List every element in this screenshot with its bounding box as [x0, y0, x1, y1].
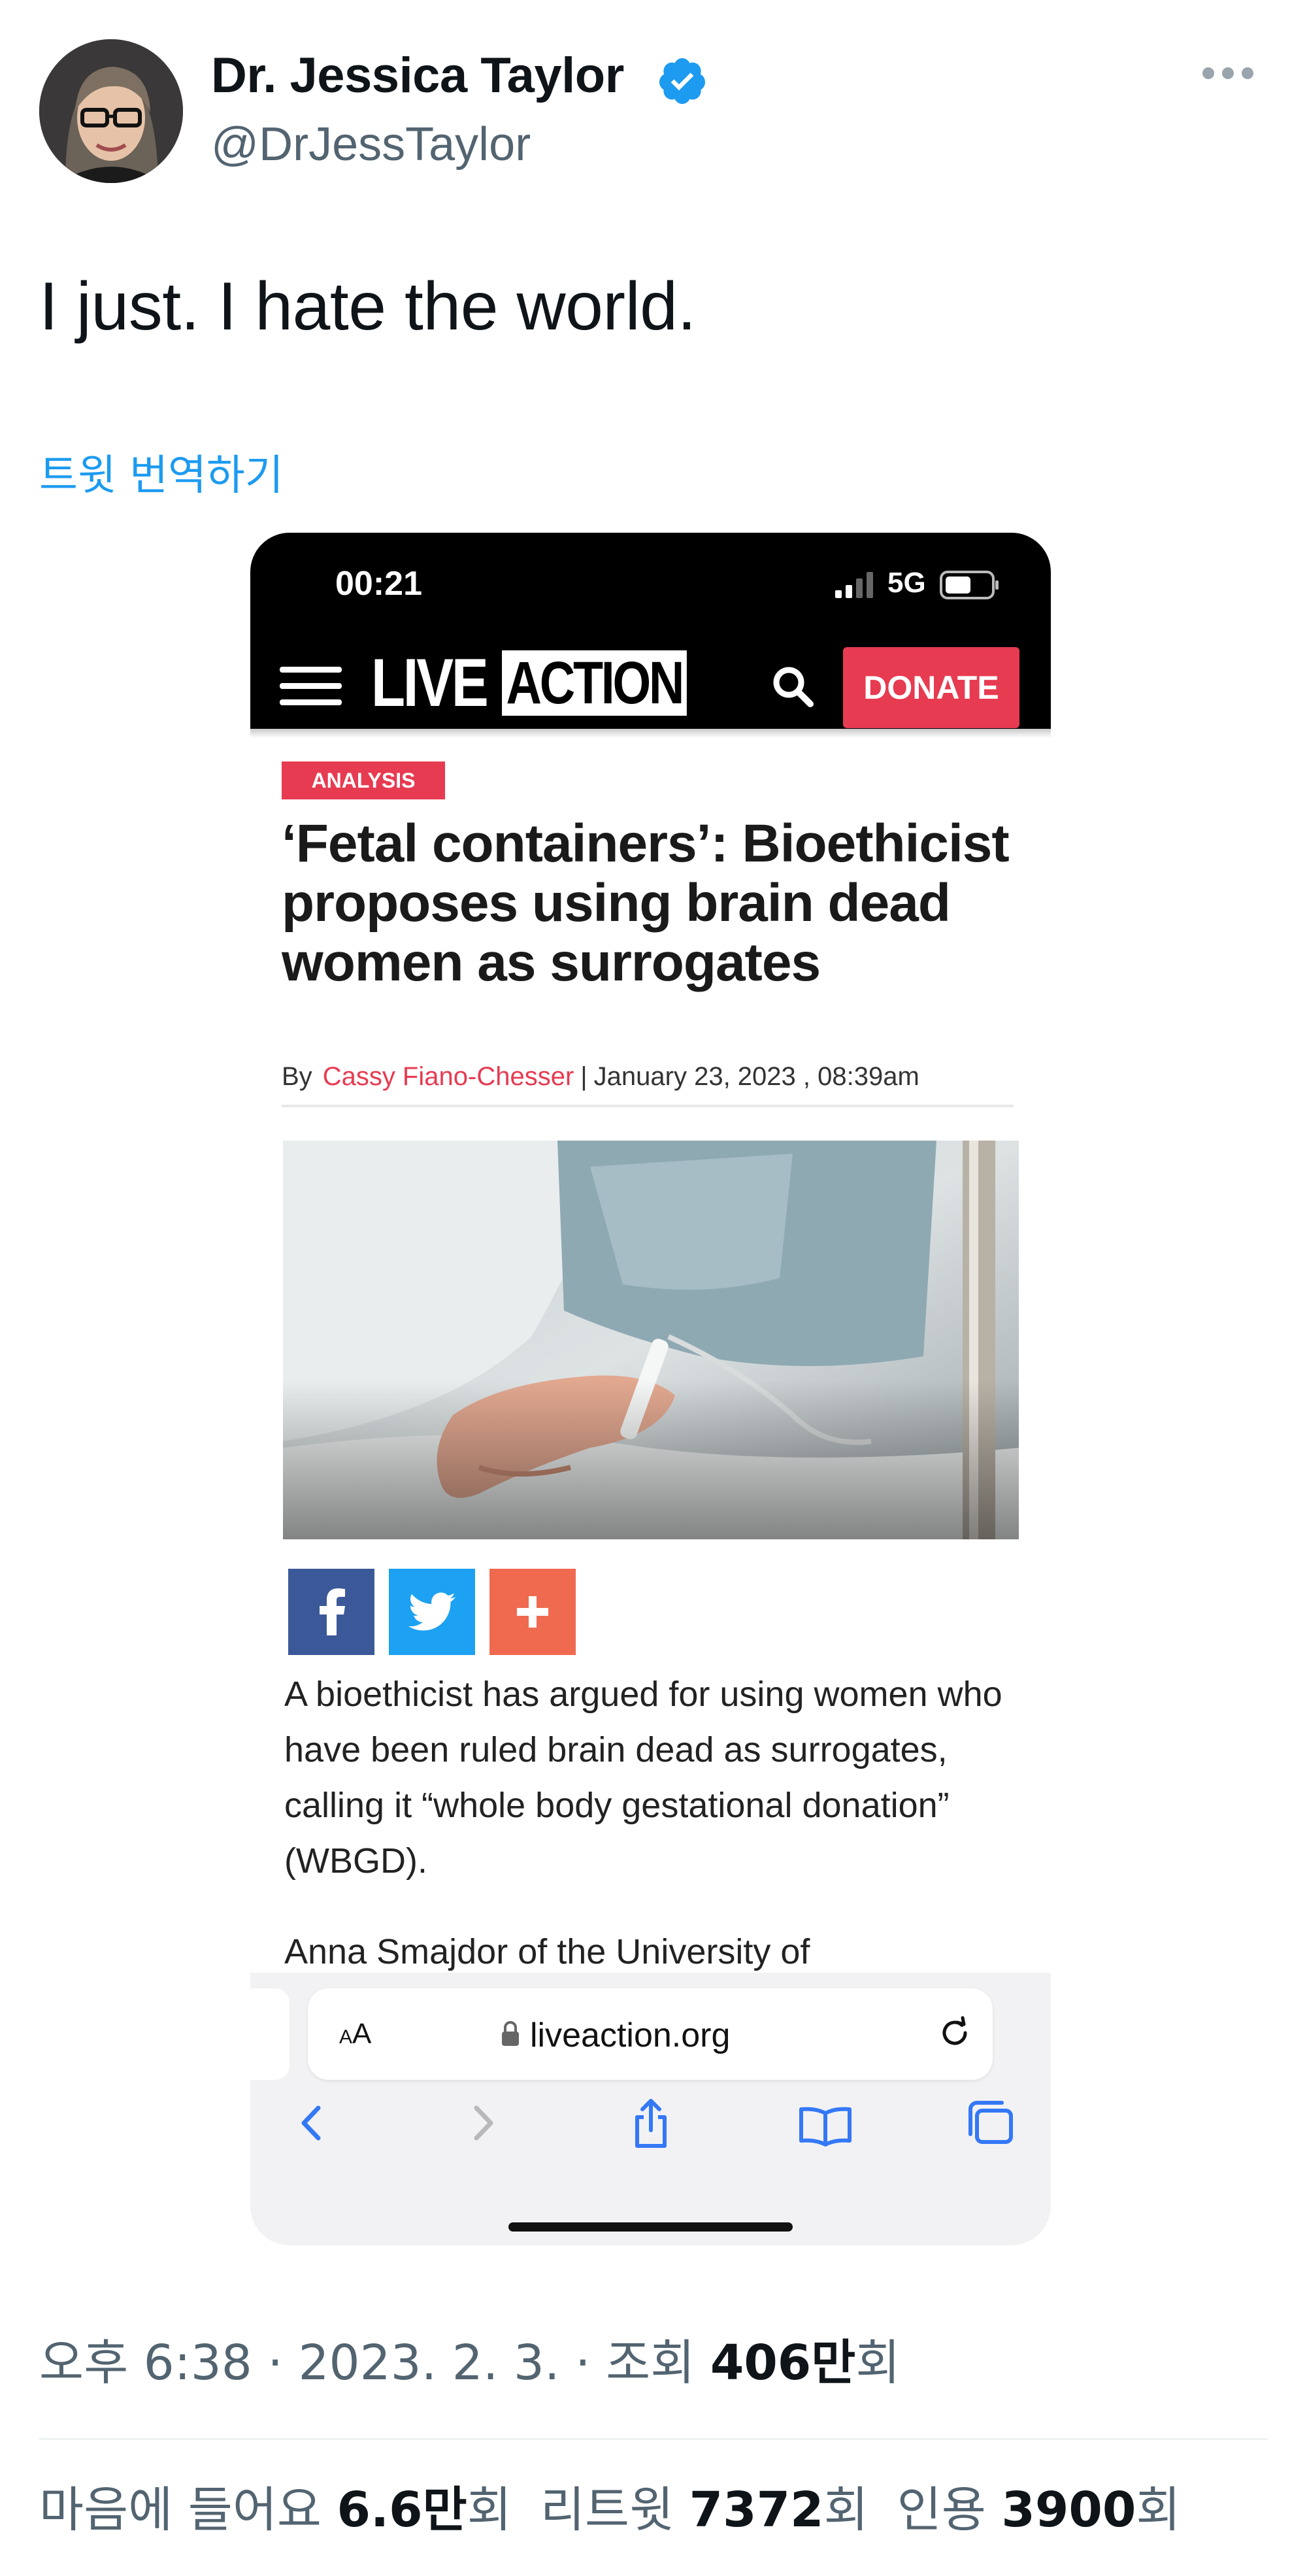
- more-icon[interactable]: [1202, 65, 1253, 81]
- search-icon[interactable]: [770, 663, 816, 709]
- navbar-shadow: [250, 729, 1051, 738]
- retweets-stat[interactable]: 리트윗 7372회: [540, 2482, 869, 2538]
- lock-icon: [501, 2020, 520, 2047]
- aa-small-glyph: A: [339, 2026, 353, 2048]
- back-icon[interactable]: [290, 2094, 335, 2152]
- byline-divider: [282, 1105, 1014, 1107]
- address-bar[interactable]: AA liveaction.org: [308, 1988, 993, 2080]
- article-paragraph: A bioethicist has argued for using women…: [284, 1675, 1002, 1881]
- signal-icon: [835, 571, 876, 598]
- views-suffix: 회: [855, 2335, 901, 2391]
- retweets-label: 리트윗: [540, 2482, 674, 2538]
- logo-live-text: LIVE: [371, 645, 489, 721]
- logo-action-text: ACTION: [502, 650, 687, 716]
- likes-stat[interactable]: 마음에 들어요 6.6만회: [39, 2482, 512, 2538]
- quotes-count: 3900: [1001, 2482, 1136, 2538]
- facebook-icon: [320, 1588, 345, 1635]
- previous-tab-peek[interactable]: [250, 1988, 290, 2080]
- reload-icon[interactable]: [935, 2013, 974, 2052]
- twitter-share-button[interactable]: [389, 1569, 475, 1655]
- stats-divider: [39, 2438, 1268, 2440]
- url-text[interactable]: liveaction.org: [530, 2016, 730, 2055]
- byline-separator: |: [580, 1062, 587, 1091]
- likes-label: 마음에 들어요: [39, 2482, 322, 2538]
- likes-suffix: 회: [467, 2482, 512, 2538]
- author-handle[interactable]: @DrJessTaylor: [211, 118, 531, 171]
- home-indicator: [508, 2222, 793, 2232]
- quotes-label: 인용: [897, 2482, 986, 2538]
- tweet-date[interactable]: 2023. 2. 3.: [298, 2335, 559, 2391]
- facebook-share-button[interactable]: [288, 1569, 374, 1655]
- byline-date: January 23, 2023 , 08:39am: [593, 1062, 919, 1091]
- tweet-stats: 마음에 들어요 6.6만회 리트윗 7372회 인용 3900회: [39, 2471, 1180, 2541]
- hamburger-menu-icon[interactable]: [280, 667, 342, 706]
- status-time: 00:21: [335, 565, 422, 603]
- article-paragraph-2: Anna Smajdor of the University of: [284, 1932, 810, 1971]
- plus-icon: [517, 1596, 548, 1628]
- quotes-suffix: 회: [1136, 2482, 1181, 2538]
- safari-toolbar: AA liveaction.org: [250, 1973, 1051, 2245]
- twitter-icon: [408, 1592, 455, 1631]
- article-headline[interactable]: ‘Fetal containers’: Bioethicist proposes…: [282, 814, 1014, 992]
- retweets-count: 7372: [689, 2482, 824, 2538]
- liveaction-logo[interactable]: LIVE ACTION: [371, 647, 727, 719]
- bookmarks-icon[interactable]: [796, 2094, 855, 2152]
- tweet-time[interactable]: 오후 6:38: [39, 2335, 252, 2391]
- views-label: 조회: [606, 2335, 695, 2391]
- tweet-text: I just. I hate the world.: [39, 269, 696, 344]
- battery-icon: [940, 571, 1000, 599]
- reader-settings-button[interactable]: AA: [339, 2018, 371, 2050]
- article-category-badge[interactable]: ANALYSIS: [282, 761, 445, 799]
- quotes-stat[interactable]: 인용 3900회: [897, 2482, 1181, 2538]
- article-photo: [283, 1141, 1019, 1539]
- aa-large-glyph: A: [352, 2018, 372, 2050]
- byline-author-link[interactable]: Cassy Fiano-Chesser: [323, 1062, 574, 1091]
- more-share-button[interactable]: [489, 1569, 576, 1655]
- tweet-metadata: 오후 6:38 · 2023. 2. 3. · 조회 406만회: [39, 2335, 901, 2391]
- byline-by-label: By: [282, 1062, 312, 1091]
- share-icon[interactable]: [628, 2094, 674, 2152]
- verified-badge-icon: [656, 55, 708, 107]
- author-avatar[interactable]: [39, 39, 183, 183]
- site-navbar: LIVE ACTION DONATE: [250, 634, 1051, 729]
- retweets-suffix: 회: [823, 2482, 869, 2538]
- author-display-name[interactable]: Dr. Jessica Taylor: [211, 47, 624, 104]
- translate-tweet-link[interactable]: 트윗 번역하기: [39, 442, 284, 502]
- phone-status-bar: 00:21 5G: [250, 533, 1051, 634]
- network-type: 5G: [887, 567, 926, 599]
- article-byline: By Cassy Fiano-Chesser | January 23, 2023 ,…: [282, 1062, 919, 1092]
- tabs-icon[interactable]: [964, 2094, 1016, 2152]
- attached-screenshot[interactable]: 00:21 5G LIVE ACTION DONATE ANALYSIS ‘Fe…: [250, 533, 1051, 2245]
- donate-button[interactable]: DONATE: [843, 647, 1019, 728]
- likes-count: 6.6만: [337, 2482, 467, 2538]
- forward-icon[interactable]: [459, 2094, 505, 2152]
- views-count: 406만: [710, 2335, 856, 2391]
